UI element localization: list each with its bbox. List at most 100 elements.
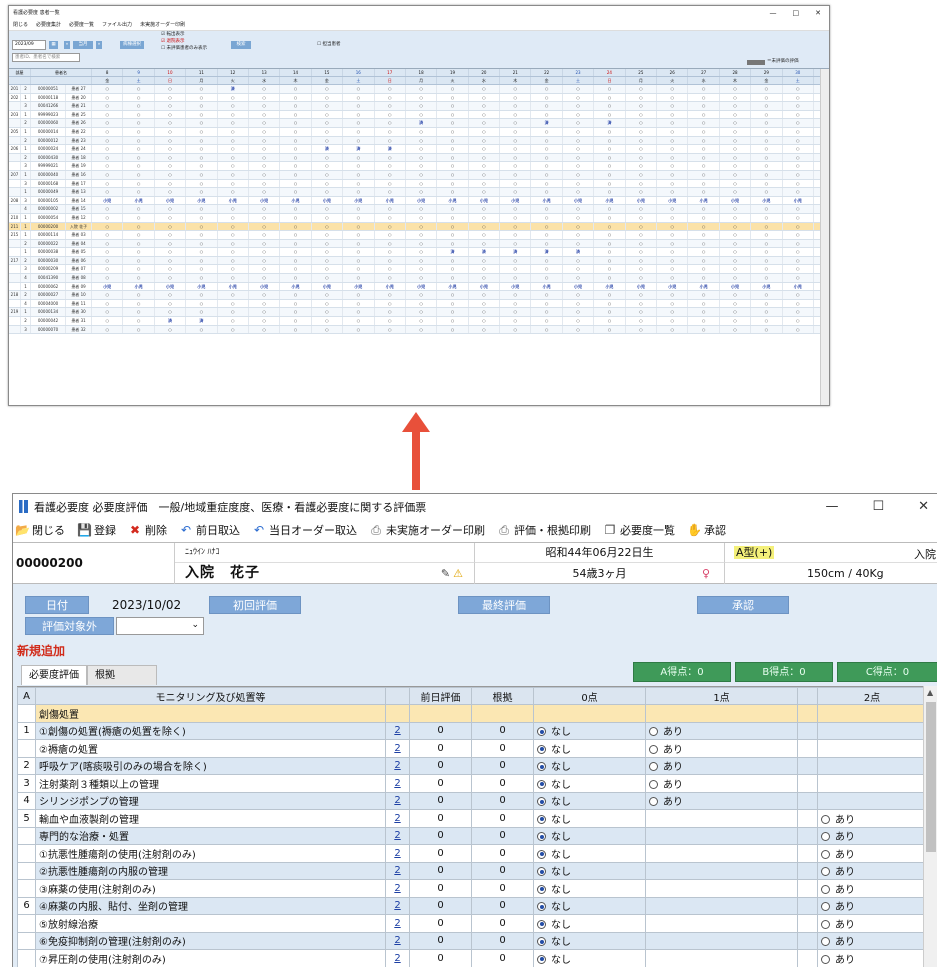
- day-cell-icon[interactable]: ○: [375, 231, 406, 239]
- day-cell-icon[interactable]: ○: [531, 256, 563, 265]
- day-cell-icon[interactable]: ○: [92, 213, 124, 222]
- day-cell-icon[interactable]: ○: [155, 213, 187, 222]
- day-cell-icon[interactable]: ○: [218, 248, 249, 256]
- day-cell-icon[interactable]: ○: [155, 291, 187, 299]
- day-cell-icon[interactable]: ○: [751, 299, 783, 308]
- day-cell-mark[interactable]: 小児: [249, 196, 281, 205]
- day-cell-icon[interactable]: ○: [186, 239, 218, 248]
- day-cell-mark[interactable]: 小児: [375, 196, 406, 205]
- day-cell-icon[interactable]: ○: [531, 170, 563, 179]
- day-cell-icon[interactable]: ○: [500, 145, 532, 153]
- day-cell-icon[interactable]: ○: [626, 291, 658, 299]
- row-id[interactable]: 00000134: [31, 308, 66, 317]
- table-row[interactable]: 3 99999021 患者 19 ○ ○ ○ ○ ○ ○ ○ ○ ○ ○ ○ ○ ○ ○ ○ ○ ○ ○ ○ ○ ○ ○ ○: [9, 162, 821, 171]
- day-cell-icon[interactable]: ○: [688, 256, 720, 265]
- day-cell-icon[interactable]: ○: [563, 213, 595, 222]
- day-cell-icon[interactable]: ○: [469, 222, 501, 231]
- day-cell-icon[interactable]: ○: [186, 291, 218, 299]
- day-cell-icon[interactable]: ○: [720, 317, 752, 325]
- day-cell-icon[interactable]: ○: [751, 222, 783, 231]
- day-cell-icon[interactable]: ○: [594, 222, 626, 231]
- day-cell-icon[interactable]: ○: [594, 274, 626, 282]
- day-cell-icon[interactable]: ○: [783, 274, 814, 282]
- day-cell-icon[interactable]: ○: [720, 325, 752, 334]
- day-cell-icon[interactable]: ○: [469, 102, 501, 110]
- day-cell-icon[interactable]: ○: [406, 110, 438, 119]
- day-cell-icon[interactable]: ○: [626, 153, 658, 162]
- day-cell-icon[interactable]: ○: [249, 248, 281, 256]
- day-cell-icon[interactable]: ○: [751, 136, 783, 145]
- day-cell-icon[interactable]: ○: [92, 274, 124, 282]
- day-cell-icon[interactable]: ○: [531, 85, 563, 93]
- day-cell-icon[interactable]: ○: [406, 248, 438, 256]
- day-cell-icon[interactable]: ○: [469, 110, 501, 119]
- day-cell-icon[interactable]: ○: [375, 162, 406, 170]
- day-cell-icon[interactable]: ○: [469, 136, 501, 145]
- day-cell-icon[interactable]: ○: [123, 205, 155, 213]
- day-cell-icon[interactable]: ○: [626, 179, 658, 188]
- day-cell-icon[interactable]: ○: [657, 153, 689, 162]
- table-row[interactable]: 創傷処置: [17, 704, 927, 723]
- day-cell-mark[interactable]: 小児: [280, 282, 312, 291]
- day-cell-mark[interactable]: 小児: [406, 282, 438, 291]
- minimize-button[interactable]: —: [770, 9, 777, 17]
- day-cell-icon[interactable]: ○: [531, 93, 563, 102]
- day-cell-icon[interactable]: ○: [155, 265, 187, 274]
- day-cell-icon[interactable]: ○: [218, 325, 249, 334]
- day-cell-icon[interactable]: ○: [437, 222, 469, 231]
- day-cell-icon[interactable]: ○: [688, 205, 720, 213]
- day-cell-icon[interactable]: ○: [563, 188, 595, 196]
- day-cell-icon[interactable]: ○: [280, 205, 312, 213]
- day-cell-icon[interactable]: ○: [218, 136, 249, 145]
- day-cell-icon[interactable]: ○: [594, 93, 626, 102]
- day-cell-icon[interactable]: ○: [500, 127, 532, 136]
- day-cell-mark[interactable]: 済: [531, 119, 563, 127]
- day-cell-icon[interactable]: ○: [783, 222, 814, 231]
- day-cell-icon[interactable]: ○: [249, 136, 281, 145]
- day-cell-icon[interactable]: ○: [343, 102, 375, 110]
- day-cell-icon[interactable]: ○: [500, 325, 532, 334]
- row-id[interactable]: 00000014: [31, 127, 66, 136]
- day-cell-icon[interactable]: ○: [406, 213, 438, 222]
- table-row[interactable]: 3 00000168 患者 17 ○ ○ ○ ○ ○ ○ ○ ○ ○ ○ ○ ○ ○ ○ ○ ○ ○ ○ ○ ○ ○ ○ ○: [9, 179, 821, 189]
- day-cell-icon[interactable]: ○: [249, 308, 281, 317]
- day-cell-icon[interactable]: ○: [249, 256, 281, 265]
- day-cell-icon[interactable]: ○: [594, 179, 626, 188]
- day-cell-icon[interactable]: ○: [751, 179, 783, 188]
- day-cell-icon[interactable]: ○: [500, 308, 532, 317]
- day-cell-icon[interactable]: ○: [783, 170, 814, 179]
- day-cell-mark[interactable]: 小児: [123, 282, 155, 291]
- row-link[interactable]: 2: [385, 949, 410, 967]
- day-cell-mark[interactable]: 済: [312, 145, 344, 153]
- day-cell-icon[interactable]: ○: [531, 110, 563, 119]
- day-cell-icon[interactable]: ○: [406, 179, 438, 188]
- day-cell-icon[interactable]: ○: [406, 291, 438, 299]
- table-row[interactable]: 201 2 00000051 患者 27 ○ ○ ○ ○ 済 ○ ○ ○ ○ ○ ○ ○ ○ ○ ○ ○ ○ ○ ○ ○ ○ ○ ○: [9, 85, 821, 94]
- day-cell-icon[interactable]: ○: [343, 274, 375, 282]
- day-cell-icon[interactable]: ○: [563, 110, 595, 119]
- radio-icon[interactable]: [821, 902, 830, 912]
- day-cell-mark[interactable]: 小児: [563, 282, 595, 291]
- radio-icon[interactable]: [649, 762, 658, 772]
- day-cell-mark[interactable]: 小児: [469, 282, 501, 291]
- day-cell-icon[interactable]: ○: [720, 256, 752, 265]
- day-cell-icon[interactable]: ○: [531, 102, 563, 110]
- close-button[interactable]: ✕: [815, 9, 821, 17]
- day-cell-icon[interactable]: ○: [312, 317, 344, 325]
- day-cell-mark[interactable]: 小児: [312, 196, 344, 205]
- table-row[interactable]: 2 00000042 患者 31 ○ ○ 済済 ○ ○ ○ ○ ○ ○ ○ ○ ○ ○ ○ ○ ○ ○ ○ ○ ○ ○ ○: [9, 317, 821, 326]
- day-cell-icon[interactable]: ○: [406, 162, 438, 170]
- day-cell-icon[interactable]: ○: [751, 325, 783, 334]
- day-cell-icon[interactable]: ○: [500, 213, 532, 222]
- row-id[interactable]: 00000060: [31, 119, 66, 127]
- day-cell-icon[interactable]: ○: [594, 110, 626, 119]
- day-cell-icon[interactable]: ○: [783, 205, 814, 213]
- radio-selected-icon[interactable]: [537, 779, 546, 789]
- day-cell-icon[interactable]: ○: [155, 85, 187, 93]
- day-cell-icon[interactable]: ○: [92, 170, 124, 179]
- day-cell-icon[interactable]: ○: [626, 256, 658, 265]
- day-cell-icon[interactable]: ○: [406, 102, 438, 110]
- day-cell-icon[interactable]: ○: [720, 179, 752, 188]
- day-cell-icon[interactable]: ○: [92, 93, 124, 102]
- day-cell-icon[interactable]: ○: [531, 317, 563, 325]
